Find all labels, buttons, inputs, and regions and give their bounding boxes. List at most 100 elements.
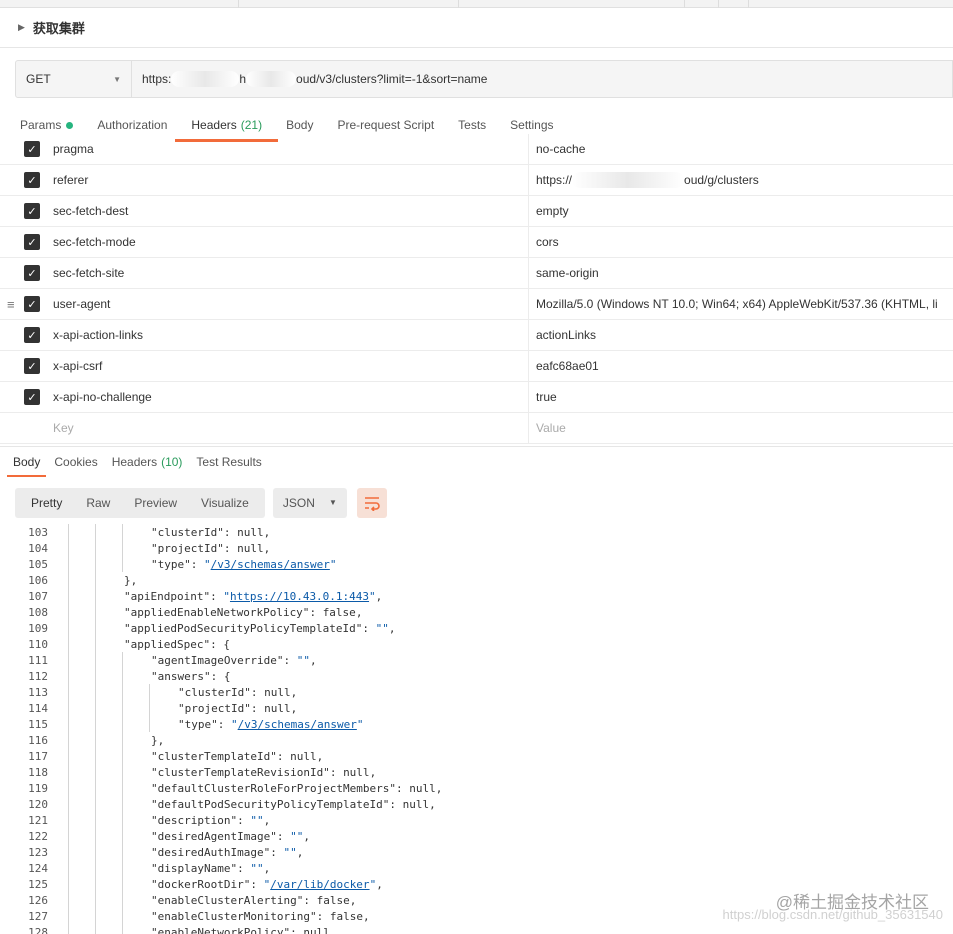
header-key[interactable]: pragma [40, 134, 528, 164]
code-token: "dockerRootDir" [151, 877, 251, 891]
code-text: "type": "/v3/schemas/answer " [151, 556, 336, 572]
indent-guide [95, 716, 96, 732]
code-token: : [303, 893, 317, 907]
code-line: 114 "projectId": null, [0, 700, 953, 716]
code-token: null [237, 525, 264, 539]
header-key[interactable]: user-agent [40, 289, 528, 319]
header-key[interactable]: x-api-action-links [40, 320, 528, 350]
indent-guide [122, 540, 123, 556]
code-token: "clusterTemplateId" [151, 749, 277, 763]
header-row: ≡ ✓ user-agent Mozilla/5.0 (Windows NT 10.0… [0, 289, 953, 320]
drag-handle-icon[interactable]: ≡ [7, 297, 15, 312]
tab-label: Cookies [54, 454, 98, 469]
indent-guide [68, 716, 69, 732]
response-tab-cookies[interactable]: Cookies [54, 447, 97, 477]
header-key[interactable]: sec-fetch-dest [40, 196, 528, 226]
header-enabled-checkbox[interactable]: ✓ [24, 389, 40, 405]
caret-right-icon[interactable]: ▶ [18, 22, 25, 33]
line-number: 119 [28, 781, 48, 795]
code-text: "dockerRootDir": "/var/lib/docker ", [151, 876, 383, 892]
code-token: "" [375, 621, 389, 635]
indent-guide [122, 700, 123, 716]
response-body-code[interactable]: 103 "clusterId": null, 104 "projectId": nul… [0, 524, 953, 934]
header-enabled-checkbox[interactable]: ✓ [24, 234, 40, 250]
header-value[interactable]: eafc68ae01 [528, 351, 953, 381]
request-title-bar[interactable]: ▶ 获取集群 [0, 8, 953, 48]
header-key-input[interactable]: Key [40, 413, 528, 443]
header-key[interactable]: sec-fetch-mode [40, 227, 528, 257]
code-token: "appliedPodSecurityPolicyTemplateId" [124, 621, 363, 635]
code-text: "clusterId": null, [151, 524, 270, 540]
header-enabled-checkbox[interactable]: ✓ [24, 358, 40, 374]
code-token: : [217, 717, 231, 731]
code-line: 103 "clusterId": null, [0, 524, 953, 540]
line-number: 118 [28, 765, 48, 779]
response-tab-headers[interactable]: Headers (10) [112, 447, 183, 477]
view-preview-button[interactable]: Preview [122, 488, 189, 518]
code-token: "enableClusterAlerting" [151, 893, 304, 907]
header-value[interactable]: empty [528, 196, 953, 226]
code-token: null [303, 925, 330, 934]
code-token: "description" [151, 813, 238, 827]
header-row: ✓ sec-fetch-site same-origin [0, 258, 953, 289]
code-token: : [237, 861, 251, 875]
indent-guide [68, 636, 69, 652]
header-row: ✓ referer https:// oud/g/clusters [0, 165, 953, 196]
header-value[interactable]: no-cache [528, 134, 953, 164]
line-number: 127 [28, 909, 48, 923]
header-enabled-checkbox[interactable]: ✓ [24, 296, 40, 312]
view-raw-button[interactable]: Raw [74, 488, 122, 518]
indent-guide [95, 908, 96, 924]
code-token: "appliedSpec" [124, 637, 211, 651]
response-toolbar: Pretty Raw Preview Visualize JSON ▼ [15, 487, 387, 518]
wrap-lines-button[interactable] [356, 487, 387, 518]
code-token: , [376, 877, 383, 891]
header-value[interactable]: cors [528, 227, 953, 257]
code-text: "desiredAgentImage": "", [151, 828, 310, 844]
method-select[interactable]: GET ▼ [16, 61, 132, 97]
header-enabled-checkbox[interactable]: ✓ [24, 265, 40, 281]
code-line: 117 "clusterTemplateId": null, [0, 748, 953, 764]
header-value-input[interactable]: Value [528, 413, 953, 443]
indent-guide [95, 572, 96, 588]
code-token: /v3/schemas/answer [210, 557, 330, 571]
header-key[interactable]: x-api-no-challenge [40, 382, 528, 412]
response-tab-body[interactable]: Body [6, 447, 47, 477]
code-text: "clusterId": null, [178, 684, 297, 700]
url-input[interactable]: https: h oud/v3/clusters?limit=-1&sort=n… [132, 71, 487, 87]
checkmark-icon: ✓ [27, 143, 37, 156]
header-value[interactable]: true [528, 382, 953, 412]
indent-guide [95, 620, 96, 636]
response-tab-test-results[interactable]: Test Results [196, 447, 261, 477]
code-token: " [369, 589, 376, 603]
header-enabled-checkbox[interactable]: ✓ [24, 203, 40, 219]
view-pretty-button[interactable]: Pretty [19, 488, 74, 518]
code-line: 104 "projectId": null, [0, 540, 953, 556]
indent-guide [149, 716, 150, 732]
checkmark-icon: ✓ [27, 360, 37, 373]
redacted-blur [572, 172, 685, 188]
indent-guide [68, 556, 69, 572]
header-value[interactable]: https:// oud/g/clusters [528, 165, 953, 195]
format-select[interactable]: JSON ▼ [272, 487, 347, 518]
header-value[interactable]: actionLinks [528, 320, 953, 350]
line-number: 115 [28, 717, 48, 731]
checkmark-icon: ✓ [27, 174, 37, 187]
line-number: 108 [28, 605, 48, 619]
view-visualize-button[interactable]: Visualize [189, 488, 261, 518]
code-token: , [429, 797, 436, 811]
header-enabled-checkbox[interactable]: ✓ [24, 141, 40, 157]
header-enabled-checkbox[interactable]: ✓ [24, 327, 40, 343]
header-key[interactable]: referer [40, 165, 528, 195]
code-token: null [290, 749, 317, 763]
header-value[interactable]: Mozilla/5.0 (Windows NT 10.0; Win64; x64… [528, 289, 953, 319]
code-text: }, [124, 572, 137, 588]
header-enabled-checkbox[interactable]: ✓ [24, 172, 40, 188]
tab-count-badge: (10) [161, 454, 183, 469]
header-key[interactable]: x-api-csrf [40, 351, 528, 381]
code-token: "enableClusterMonitoring" [151, 909, 317, 923]
header-key[interactable]: sec-fetch-site [40, 258, 528, 288]
header-value[interactable]: same-origin [528, 258, 953, 288]
line-number: 112 [28, 669, 48, 683]
code-token: : { [210, 637, 230, 651]
